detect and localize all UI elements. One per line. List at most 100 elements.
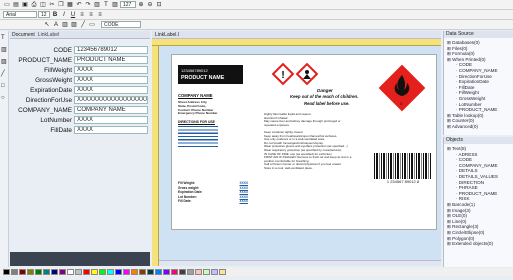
field-input[interactable]: XXXX <box>74 66 148 74</box>
palette-swatch[interactable] <box>219 269 226 275</box>
field-input[interactable]: XXXXXXXXXXXXXXXXXXXXXX <box>74 96 148 104</box>
zoom-out-icon[interactable]: ⊖ <box>146 1 154 9</box>
data-field-select[interactable]: CODE <box>101 21 141 28</box>
palette-swatch[interactable] <box>67 269 74 275</box>
image-tool-icon[interactable]: ▨ <box>70 21 78 29</box>
image-icon[interactable]: ▨ <box>111 1 119 9</box>
field-input[interactable]: XXXX <box>74 86 148 94</box>
palette-swatch[interactable] <box>35 269 42 275</box>
text-tool-icon[interactable]: A <box>52 21 60 29</box>
label-company-name[interactable]: COMPANY NAME <box>178 93 250 98</box>
paste-icon[interactable]: ▦ <box>66 1 74 9</box>
print-icon[interactable]: ⎙ <box>30 1 38 9</box>
palette-swatch[interactable] <box>83 269 90 275</box>
precautionary-statements[interactable]: Keep container tightly closed. Keep away … <box>264 130 374 171</box>
tree-group[interactable]: ⊞ Extended objects(0) <box>447 241 498 247</box>
field-input[interactable]: XXXX <box>74 116 148 124</box>
align-right-icon[interactable]: ≡ <box>96 11 104 19</box>
palette-swatch[interactable] <box>11 269 18 275</box>
palette-swatch[interactable] <box>179 269 186 275</box>
field-input[interactable]: XXXX <box>74 126 148 134</box>
rect-tool-icon[interactable]: ▭ <box>88 21 96 29</box>
text-tool-icon[interactable]: T <box>1 35 9 43</box>
open-icon[interactable]: ▤ <box>12 1 20 9</box>
cut-icon[interactable]: ✂ <box>48 1 56 9</box>
keep-out-text[interactable]: Keep out of the reach of children. <box>290 94 358 99</box>
italic-icon[interactable]: I <box>60 11 68 19</box>
palette-swatch[interactable] <box>163 269 170 275</box>
palette-swatch[interactable] <box>155 269 162 275</box>
image-tool-icon[interactable]: ▨ <box>1 59 9 67</box>
barcode-tool-icon[interactable]: ▥ <box>61 21 69 29</box>
label-product-name[interactable]: PRODUCT NAME <box>181 75 224 81</box>
product-header-box[interactable]: 123456789012 PRODUCT NAME <box>178 65 243 84</box>
read-label-text[interactable]: Read label before use. <box>304 101 350 106</box>
palette-swatch[interactable] <box>115 269 122 275</box>
save-icon[interactable]: ▣ <box>21 1 29 9</box>
underline-icon[interactable]: U <box>69 11 77 19</box>
palette-swatch[interactable] <box>123 269 130 275</box>
hazard-statements[interactable]: Highly flammable liquid and vapour. Harmf… <box>264 112 374 127</box>
barcode[interactable]: 1 234567 89012 8 <box>374 153 432 185</box>
directions-title[interactable]: DIRECTIONS FOR USE <box>178 120 250 124</box>
palette-swatch[interactable] <box>99 269 106 275</box>
palette-swatch[interactable] <box>3 269 10 275</box>
horizontal-ruler <box>152 39 441 46</box>
palette-swatch[interactable] <box>59 269 66 275</box>
palette-swatch[interactable] <box>131 269 138 275</box>
info-table[interactable]: Fill Weight: XXXX Gross weight: XXXX Expirat… <box>178 181 248 204</box>
palette-swatch[interactable] <box>139 269 146 275</box>
danger-text[interactable]: Danger <box>317 88 333 93</box>
palette-swatch[interactable] <box>91 269 98 275</box>
pointer-icon[interactable]: ↖ <box>43 21 51 29</box>
line-tool-icon[interactable]: ╱ <box>79 21 87 29</box>
font-size-select[interactable]: 12 <box>38 11 50 18</box>
align-left-icon[interactable]: ≡ <box>78 11 86 19</box>
text-icon[interactable]: T <box>102 1 110 9</box>
bold-icon[interactable]: B <box>51 11 59 19</box>
company-block[interactable]: COMPANY NAME Street Address City, State, … <box>178 93 250 149</box>
barcode-icon[interactable]: ▥ <box>93 1 101 9</box>
palette-swatch[interactable] <box>211 269 218 275</box>
field-input[interactable]: PRODUCT NAME <box>74 56 148 64</box>
horizontal-scrollbar[interactable] <box>159 260 441 266</box>
tab-document[interactable]: Document <box>12 32 35 38</box>
new-icon[interactable]: ▭ <box>3 1 11 9</box>
palette-swatch[interactable] <box>171 269 178 275</box>
palette-swatch[interactable] <box>147 269 154 275</box>
preview-icon[interactable]: ◫ <box>39 1 47 9</box>
zoom-in-icon[interactable]: ⊕ <box>137 1 145 9</box>
field-input[interactable]: XXXX <box>74 76 148 84</box>
palette-swatch[interactable] <box>43 269 50 275</box>
palette-swatch[interactable] <box>203 269 210 275</box>
redo-icon[interactable]: ↷ <box>84 1 92 9</box>
line-tool-icon[interactable]: ╱ <box>1 71 9 79</box>
field-input[interactable]: COMPANY NAME <box>74 106 148 114</box>
zoom-select[interactable]: 127 <box>120 1 136 8</box>
rect-tool-icon[interactable]: □ <box>1 83 9 91</box>
exclamation-pictogram[interactable]: ! <box>272 63 294 85</box>
zoom-fit-icon[interactable]: ⊡ <box>155 1 163 9</box>
align-center-icon[interactable]: ≡ <box>87 11 95 19</box>
health-hazard-pictogram[interactable] <box>296 63 318 85</box>
tab-linklabel[interactable]: LinkLabel <box>38 32 59 38</box>
tree-group[interactable]: ⊞ Advanced(0) <box>447 124 498 130</box>
design-canvas[interactable]: 123456789012 PRODUCT NAME COMPANY NAME S… <box>159 46 441 266</box>
field-input[interactable]: 123456789012 <box>74 46 148 54</box>
palette-swatch[interactable] <box>195 269 202 275</box>
copy-icon[interactable]: ❐ <box>57 1 65 9</box>
palette-swatch[interactable] <box>187 269 194 275</box>
barcode-tool-icon[interactable]: ▥ <box>1 47 9 55</box>
label-code-text[interactable]: 123456789012 <box>181 68 208 73</box>
font-name-select[interactable]: Arial <box>3 11 37 18</box>
tab-document-file[interactable]: LinkLabel.l <box>155 32 179 38</box>
palette-swatch[interactable] <box>27 269 34 275</box>
field-label: FillWeight <box>44 67 72 74</box>
left-panel-tabs: Document LinkLabel <box>10 31 150 39</box>
ellipse-tool-icon[interactable]: ○ <box>1 95 9 103</box>
palette-swatch[interactable] <box>75 269 82 275</box>
palette-swatch[interactable] <box>19 269 26 275</box>
palette-swatch[interactable] <box>51 269 58 275</box>
palette-swatch[interactable] <box>107 269 114 275</box>
undo-icon[interactable]: ↶ <box>75 1 83 9</box>
